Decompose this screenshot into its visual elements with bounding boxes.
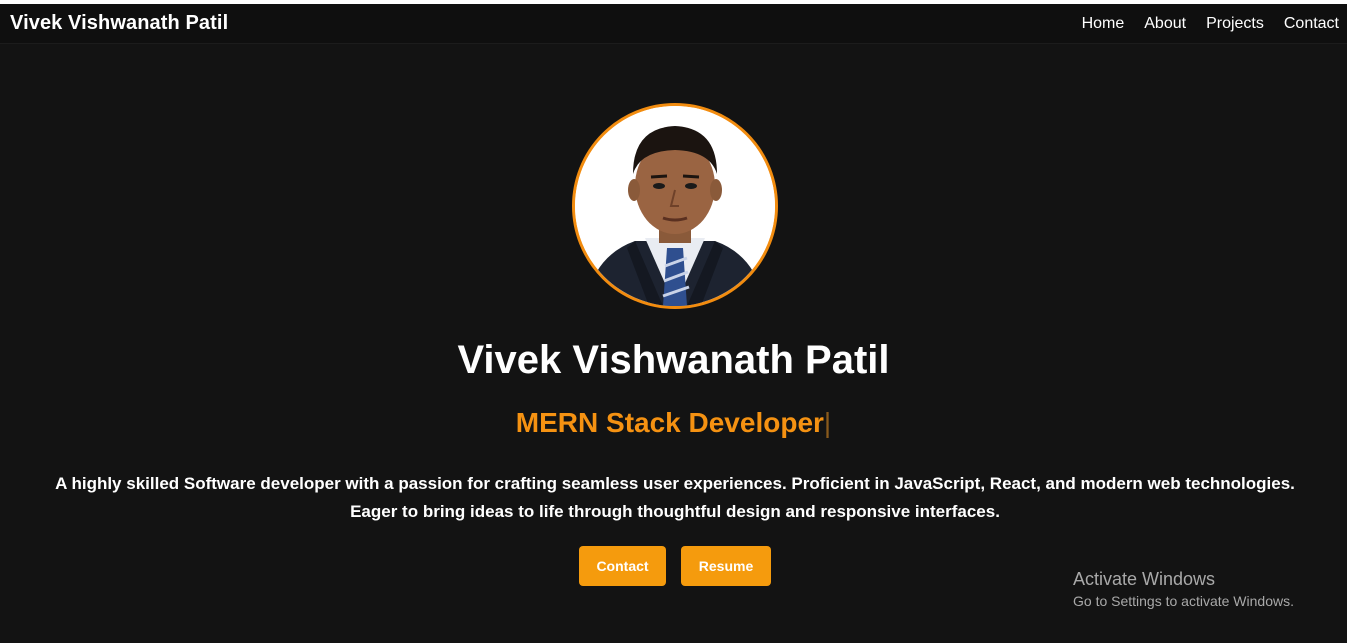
profile-photo-icon [575, 106, 775, 306]
typing-cursor: | [823, 407, 832, 438]
hero-bio: A highly skilled Software developer with… [55, 474, 1295, 521]
nav-link-home[interactable]: Home [1082, 15, 1125, 33]
nav-link-contact[interactable]: Contact [1284, 15, 1339, 33]
nav-links: Home About Projects Contact [1062, 15, 1339, 33]
role-text: MERN Stack Developer [515, 407, 824, 438]
watermark-subtitle: Go to Settings to activate Windows. [1073, 593, 1294, 609]
contact-button[interactable]: Contact [579, 546, 666, 586]
windows-activation-watermark: Activate Windows Go to Settings to activ… [1073, 568, 1294, 611]
navbar: Vivek Vishwanath Patil Home About Projec… [0, 4, 1347, 44]
resume-button[interactable]: Resume [681, 546, 771, 586]
hero-role: MERN Stack Developer| [0, 407, 1347, 439]
nav-link-about[interactable]: About [1144, 15, 1186, 33]
nav-link-projects[interactable]: Projects [1206, 15, 1264, 33]
watermark-title: Activate Windows [1073, 569, 1216, 589]
brand-logo[interactable]: Vivek Vishwanath Patil [10, 12, 228, 35]
profile-avatar [572, 103, 778, 309]
hero-name: Vivek Vishwanath Patil [457, 338, 890, 382]
